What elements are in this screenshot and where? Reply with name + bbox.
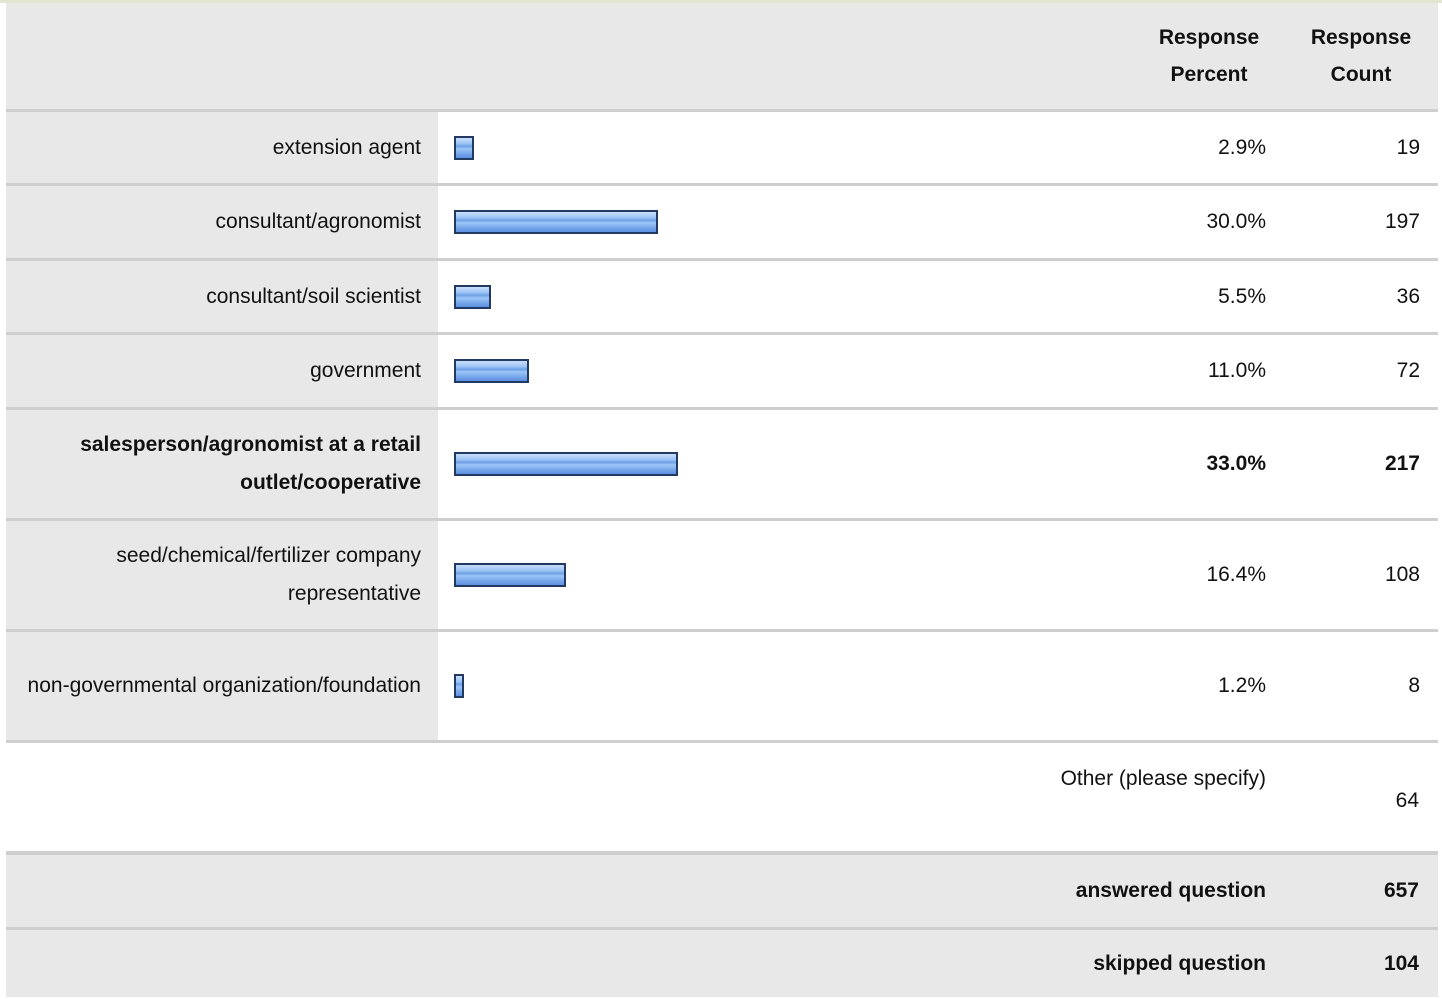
answer-label-cell: consultant/agronomist	[6, 186, 438, 258]
response-percent-bar	[454, 359, 529, 383]
answer-bar-cell	[438, 335, 1018, 407]
response-percent-cell: 16.4%	[1018, 521, 1272, 629]
other-count: 64	[1395, 789, 1419, 812]
response-percent-bar	[454, 210, 658, 234]
response-percent-value: 16.4%	[1206, 563, 1266, 586]
table-row: consultant/agronomist 30.0% 197	[6, 186, 1438, 261]
answer-bar-cell	[438, 186, 1018, 258]
response-percent-value: 2.9%	[1218, 135, 1266, 159]
answer-bar-cell	[438, 632, 1018, 740]
response-percent-cell: 30.0%	[1018, 186, 1272, 258]
answer-bar-cell	[438, 410, 1018, 518]
response-percent-header-label: Response Percent	[1158, 26, 1260, 86]
skipped-question-row: skipped question 104	[6, 930, 1438, 997]
table-row: salesperson/agronomist at a retail outle…	[6, 410, 1438, 521]
answer-label-cell: non-governmental organization/foundation	[6, 632, 438, 740]
response-percent-value: 30.0%	[1206, 210, 1266, 233]
table-row: seed/chemical/fertilizer company represe…	[6, 521, 1438, 632]
response-count-cell: 36	[1272, 261, 1438, 332]
answer-label: extension agent	[272, 135, 421, 159]
response-percent-cell: 33.0%	[1018, 410, 1272, 518]
answered-question-label: answered question	[1075, 879, 1266, 902]
response-percent-value: 5.5%	[1218, 284, 1266, 308]
table-row: non-governmental organization/foundation…	[6, 632, 1438, 743]
table-row: extension agent 2.9% 19	[6, 112, 1438, 186]
response-count-cell: 197	[1272, 186, 1438, 258]
response-percent-bar	[454, 284, 492, 309]
response-percent-bar	[454, 563, 566, 587]
answered-question-row: answered question 657	[6, 855, 1438, 930]
response-count-value: 197	[1384, 210, 1420, 233]
response-percent-cell: 1.2%	[1018, 632, 1272, 740]
response-count-cell: 108	[1272, 521, 1438, 629]
answer-bar-cell	[438, 261, 1018, 332]
answer-label-cell: extension agent	[6, 112, 438, 183]
response-percent-bar	[454, 452, 679, 476]
response-count-cell: 72	[1272, 335, 1438, 407]
response-percent-value: 1.2%	[1218, 674, 1266, 697]
skipped-question-label: skipped question	[1093, 951, 1266, 975]
answered-question-count: 657	[1383, 879, 1419, 902]
response-percent-cell: 11.0%	[1018, 335, 1272, 407]
table-row: government 11.0% 72	[6, 335, 1438, 410]
response-percent-bar	[454, 674, 464, 698]
response-count-cell: 8	[1272, 632, 1438, 740]
response-count-header-label: Response Count	[1310, 26, 1412, 86]
response-count-value: 36	[1396, 284, 1420, 308]
response-percent-bar	[454, 135, 474, 160]
table-header: Response Percent Response Count	[6, 3, 1438, 112]
table-row: consultant/soil scientist 5.5% 36	[6, 261, 1438, 335]
answer-label: salesperson/agronomist at a retail outle…	[80, 433, 421, 494]
response-count-value: 8	[1408, 674, 1420, 697]
answer-bar-cell	[438, 521, 1018, 629]
skipped-question-count: 104	[1383, 951, 1419, 975]
response-count-header: Response Count	[1284, 3, 1438, 109]
answer-label: government	[310, 359, 421, 382]
response-percent-value: 33.0%	[1206, 452, 1266, 475]
response-percent-header: Response Percent	[1134, 3, 1284, 109]
survey-results-table: Response Percent Response Count extensio…	[6, 3, 1438, 997]
other-row: Other (please specify) 64	[6, 743, 1438, 855]
answer-label-cell: government	[6, 335, 438, 407]
response-count-value: 217	[1384, 452, 1420, 475]
answer-label-cell: salesperson/agronomist at a retail outle…	[6, 410, 438, 518]
response-count-cell: 19	[1272, 112, 1438, 183]
response-percent-value: 11.0%	[1208, 359, 1266, 382]
answer-label-cell: seed/chemical/fertilizer company represe…	[6, 521, 438, 629]
answer-label: consultant/agronomist	[215, 210, 421, 233]
response-count-value: 72	[1396, 359, 1420, 382]
answer-rows: extension agent 2.9% 19 consultant/agronomi…	[6, 112, 1438, 743]
response-percent-cell: 5.5%	[1018, 261, 1272, 332]
answer-label: non-governmental organization/foundation	[27, 674, 421, 697]
answer-label-cell: consultant/soil scientist	[6, 261, 438, 332]
response-count-value: 19	[1396, 135, 1420, 159]
answer-label: seed/chemical/fertilizer company represe…	[116, 544, 421, 605]
response-percent-cell: 2.9%	[1018, 112, 1272, 183]
response-count-value: 108	[1384, 563, 1420, 586]
answer-bar-cell	[438, 112, 1018, 183]
other-label: Other (please specify)	[1060, 767, 1266, 790]
response-count-cell: 217	[1272, 410, 1438, 518]
answer-label: consultant/soil scientist	[206, 284, 421, 308]
